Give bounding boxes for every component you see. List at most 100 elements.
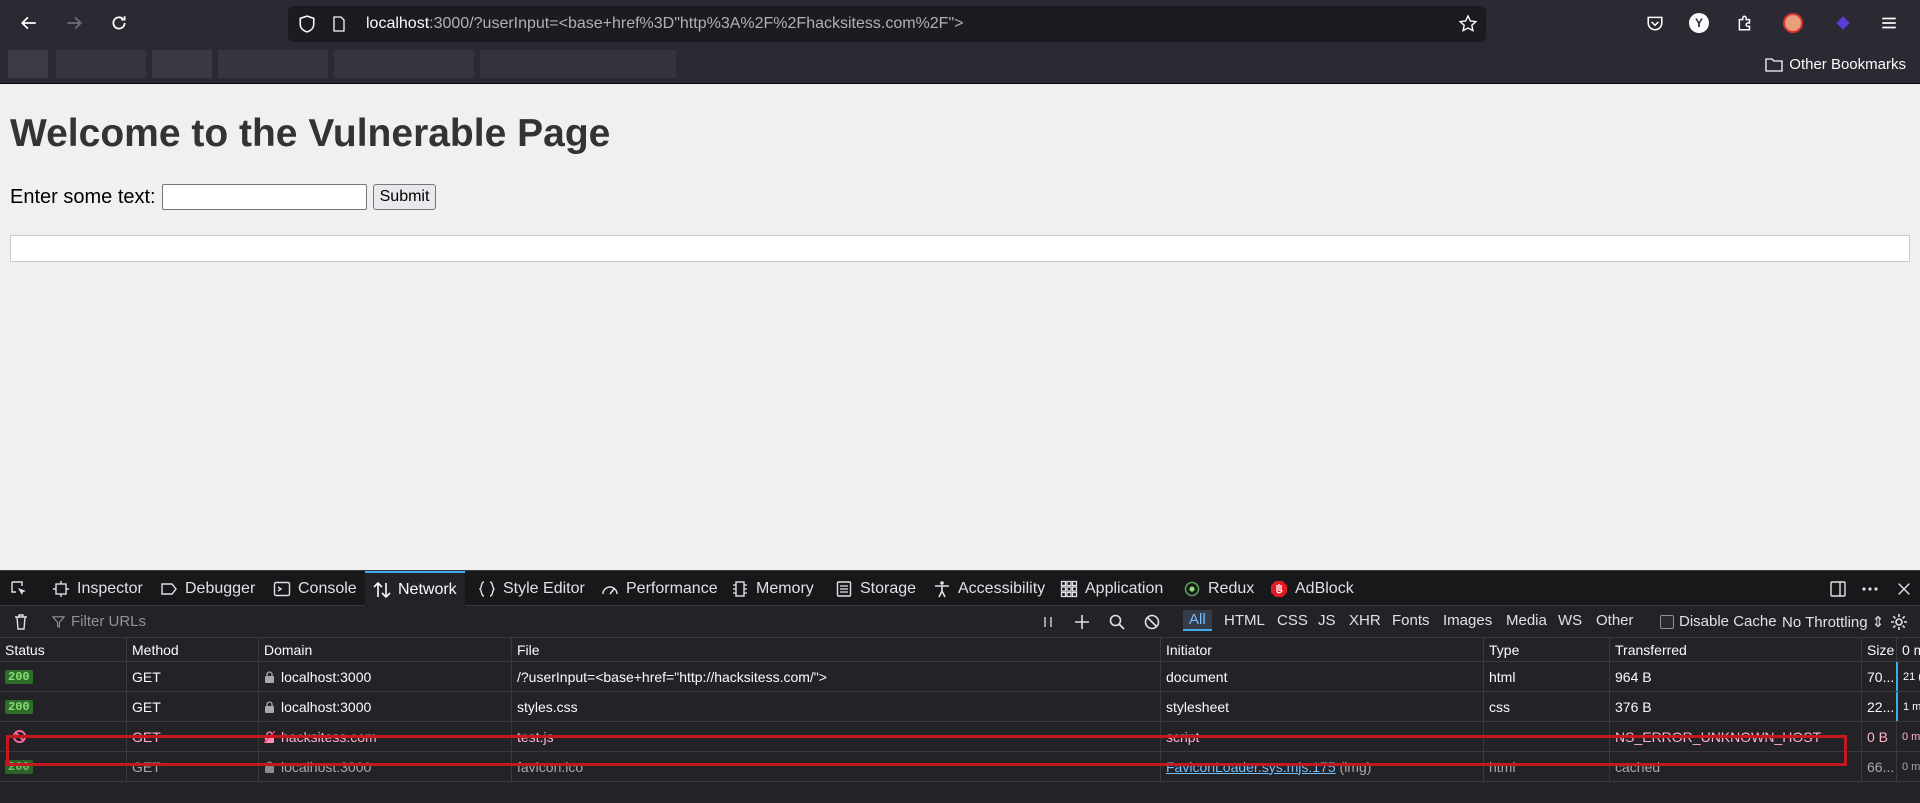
plus-icon[interactable]	[1073, 613, 1091, 631]
table-row[interactable]: 200 GET localhost:3000 favicon.ico Favic…	[0, 752, 1920, 782]
size-cell: 66...	[1861, 752, 1896, 781]
disable-cache-toggle[interactable]: Disable Cache	[1660, 613, 1777, 630]
redacted-bookmark[interactable]	[480, 50, 676, 78]
column-transferred[interactable]: Transferred	[1609, 638, 1861, 661]
table-row[interactable]: 200 GET localhost:3000 /?userInput=<base…	[0, 662, 1920, 692]
throttling-select[interactable]: No Throttling ⇕	[1782, 613, 1884, 631]
puzzle-icon	[1738, 15, 1751, 31]
element-picker-button[interactable]	[10, 571, 28, 606]
more-options-icon	[1862, 587, 1878, 591]
tab-debugger[interactable]: Debugger	[160, 571, 255, 606]
tab-memory[interactable]: Memory	[731, 571, 814, 606]
pocket-button[interactable]	[1640, 8, 1670, 38]
file-cell: /?userInput=<base+href="http://hacksites…	[511, 662, 1160, 691]
initiator-cell: FaviconLoader.sys.mjs:175 (img)	[1160, 752, 1483, 781]
network-toolbar: Filter URLs All HTML CSS JS XHR Fonts Im…	[0, 606, 1920, 638]
table-row[interactable]: 200 GET localhost:3000 styles.css styles…	[0, 692, 1920, 722]
file-cell: favicon.ico	[511, 752, 1160, 781]
close-icon	[1898, 583, 1910, 595]
file-cell: styles.css	[511, 692, 1160, 721]
pause-icon[interactable]	[1039, 613, 1057, 631]
tab-redux[interactable]: Redux	[1183, 571, 1254, 606]
gear-icon[interactable]	[1890, 613, 1908, 631]
tab-adblock[interactable]: AdBlock	[1270, 571, 1354, 606]
timing-cell: 0 m	[1896, 752, 1920, 781]
redacted-bookmark[interactable]	[56, 50, 146, 78]
redacted-bookmark[interactable]	[334, 50, 474, 78]
column-domain[interactable]: Domain	[258, 638, 511, 661]
tab-performance[interactable]: Performance	[601, 571, 718, 606]
column-file[interactable]: File	[511, 638, 1160, 661]
filter-html[interactable]: HTML	[1224, 612, 1265, 629]
tab-label: Storage	[860, 579, 917, 597]
transferred-cell: 376 B	[1609, 692, 1861, 721]
status-badge: 200	[5, 699, 33, 714]
extension-button[interactable]	[1828, 8, 1858, 38]
filter-other[interactable]: Other	[1596, 612, 1634, 629]
dock-side-button[interactable]	[1828, 579, 1848, 599]
url-text[interactable]: localhost:3000/?userInput=<base+href%3D"…	[366, 15, 963, 33]
close-devtools-button[interactable]	[1894, 579, 1914, 599]
forward-button[interactable]	[59, 8, 89, 38]
output-area	[10, 235, 1910, 262]
filter-css[interactable]: CSS	[1277, 612, 1308, 629]
tab-application[interactable]: Application	[1060, 571, 1163, 606]
tab-console[interactable]: Console	[273, 571, 357, 606]
performance-icon	[602, 585, 618, 594]
file-cell: test.js	[511, 722, 1160, 751]
column-method[interactable]: Method	[126, 638, 258, 661]
submit-button[interactable]: Submit	[372, 184, 437, 210]
column-initiator[interactable]: Initiator	[1160, 638, 1483, 661]
tab-network[interactable]: Network	[365, 571, 465, 606]
filter-js[interactable]: JS	[1318, 612, 1336, 629]
tab-label: Network	[398, 580, 457, 598]
initiator-link[interactable]: FaviconLoader.sys.mjs:175	[1166, 759, 1336, 775]
bookmark-star-icon[interactable]	[1458, 14, 1478, 34]
devtools-options-button[interactable]	[1860, 579, 1880, 599]
select-arrows-icon: ⇕	[1871, 614, 1885, 631]
tab-accessibility[interactable]: Accessibility	[933, 571, 1045, 606]
redacted-bookmark[interactable]	[218, 50, 328, 78]
text-input[interactable]	[161, 184, 367, 210]
other-bookmarks-folder[interactable]: Other Bookmarks	[1765, 56, 1906, 73]
extension-avatar-button[interactable]	[1778, 8, 1808, 38]
page-info-icon[interactable]	[332, 16, 346, 32]
debugger-icon	[161, 582, 177, 595]
timing-cell: 0 m	[1896, 722, 1920, 751]
filter-images[interactable]: Images	[1443, 612, 1492, 629]
type-cell: html	[1483, 662, 1609, 691]
filter-urls-input[interactable]: Filter URLs	[52, 613, 146, 630]
search-icon[interactable]	[1108, 613, 1126, 631]
disable-cache-checkbox[interactable]	[1660, 614, 1674, 629]
tab-style-editor[interactable]: Style Editor	[478, 571, 585, 606]
tab-storage[interactable]: Storage	[835, 571, 916, 606]
menu-button[interactable]	[1874, 8, 1904, 38]
status-badge: 200	[5, 669, 33, 684]
filter-ws[interactable]: WS	[1558, 612, 1582, 629]
redacted-bookmark[interactable]	[152, 50, 212, 78]
reload-button[interactable]	[104, 8, 134, 38]
storage-icon	[836, 580, 852, 597]
tab-inspector[interactable]: Inspector	[52, 571, 143, 606]
filter-fonts[interactable]: Fonts	[1392, 612, 1430, 629]
filter-all[interactable]: All	[1183, 610, 1212, 631]
blocked-request-icon	[12, 729, 27, 744]
lock-icon	[265, 670, 274, 683]
block-icon[interactable]	[1143, 613, 1161, 631]
extensions-button[interactable]	[1730, 8, 1760, 38]
column-status[interactable]: Status	[0, 638, 126, 661]
trash-icon[interactable]	[12, 613, 30, 631]
extension-diamond-icon	[1836, 16, 1850, 30]
shield-icon[interactable]	[298, 15, 316, 33]
table-row-blocked[interactable]: GET hacksitess.com test.js script NS_ERR…	[0, 722, 1920, 752]
profile-button[interactable]: Y	[1684, 8, 1714, 38]
filter-xhr[interactable]: XHR	[1349, 612, 1381, 629]
back-button[interactable]	[14, 8, 44, 38]
column-size[interactable]: Size	[1861, 638, 1896, 661]
column-timeline[interactable]: 0 m	[1896, 638, 1920, 661]
timing-cell: 21 (	[1896, 662, 1920, 691]
column-type[interactable]: Type	[1483, 638, 1609, 661]
url-bar[interactable]: localhost:3000/?userInput=<base+href%3D"…	[288, 6, 1486, 42]
redacted-bookmark[interactable]	[8, 50, 48, 78]
filter-media[interactable]: Media	[1506, 612, 1547, 629]
